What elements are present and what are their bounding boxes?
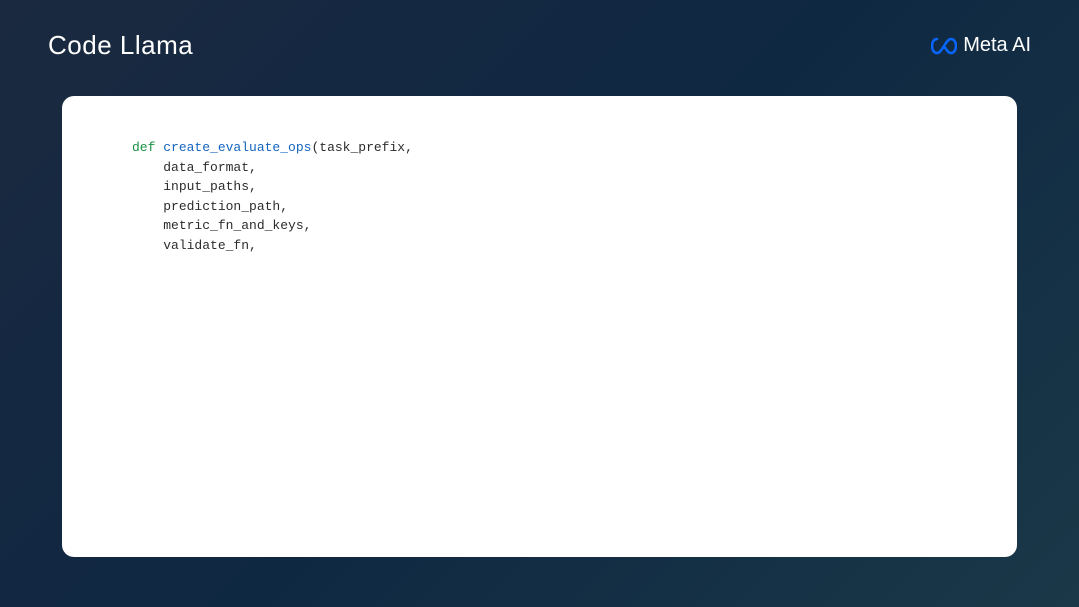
code-function-name: create_evaluate_ops (163, 140, 311, 155)
brand-logo: Meta AI (931, 34, 1031, 57)
code-param: input_paths, (163, 179, 257, 194)
code-content: def create_evaluate_ops(task_prefix, dat… (132, 138, 947, 255)
page-title: Code Llama (48, 30, 193, 61)
code-line-param: data_format, (132, 158, 947, 178)
code-line-param: validate_fn, (132, 236, 947, 256)
code-line-def: def create_evaluate_ops(task_prefix, (132, 138, 947, 158)
code-line-param: metric_fn_and_keys, (132, 216, 947, 236)
code-panel: def create_evaluate_ops(task_prefix, dat… (62, 96, 1017, 557)
code-param: data_format, (163, 160, 257, 175)
header: Code Llama Meta AI (48, 30, 1031, 61)
code-line-param: prediction_path, (132, 197, 947, 217)
code-keyword: def (132, 140, 163, 155)
code-line-param: input_paths, (132, 177, 947, 197)
code-param: task_prefix, (319, 140, 413, 155)
code-param: prediction_path, (163, 199, 288, 214)
brand-text: Meta AI (963, 34, 1031, 57)
code-param: validate_fn, (163, 238, 257, 253)
code-param: metric_fn_and_keys, (163, 218, 311, 233)
meta-infinity-icon (931, 37, 957, 55)
